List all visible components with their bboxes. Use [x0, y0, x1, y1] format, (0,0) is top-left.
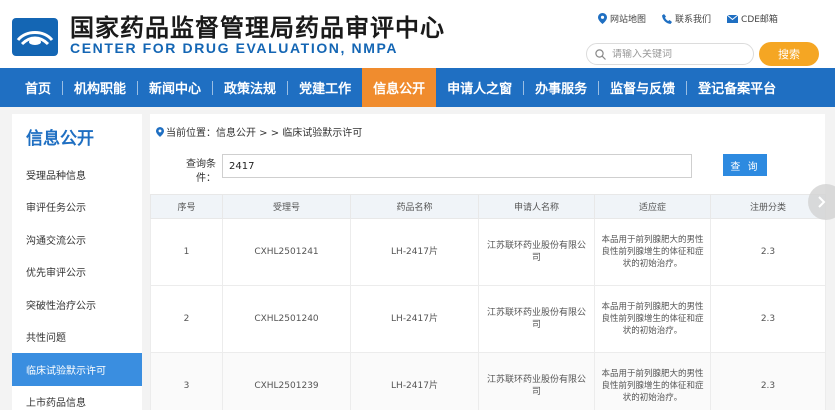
contact-label: 联系我们 [675, 15, 712, 25]
cell-drug-name: LH-2417片 [350, 218, 479, 286]
search-icon [595, 48, 606, 60]
mail-icon [727, 14, 739, 23]
table-row[interactable]: 1 CXHL2501241 LH-2417片 江苏联环药业股份有限公司 本品用于… [150, 218, 826, 286]
col-header-drug-name: 药品名称 [350, 194, 479, 219]
nav-party[interactable]: 党建工作 [288, 68, 362, 107]
sidebar-title: 信息公开 [26, 128, 94, 149]
results-table: 序号 受理号 药品名称 申请人名称 适应症 注册分类 1 CXHL2501241… [150, 194, 826, 410]
cell-applicant: 江苏联环药业股份有限公司 [478, 285, 595, 353]
nav-services[interactable]: 办事服务 [524, 68, 598, 107]
cell-registration-class: 2.3 [710, 218, 826, 286]
sidebar-item-accepted-varieties[interactable]: 受理品种信息 [12, 158, 142, 191]
site-map-label: 网站地图 [610, 15, 647, 25]
cell-drug-name: LH-2417片 [350, 352, 479, 410]
site-search-button[interactable]: 搜索 [759, 42, 819, 66]
site-search-input[interactable] [612, 48, 742, 60]
nav-home[interactable]: 首页 [14, 68, 62, 107]
cell-indication: 本品用于前列腺肥大的男性良性前列腺增生的体征和症状的初始治疗。 [594, 218, 711, 286]
table-row[interactable]: 2 CXHL2501240 LH-2417片 江苏联环药业股份有限公司 本品用于… [150, 285, 826, 353]
sidebar-item-clinical-trial-implied-license[interactable]: 临床试验默示许可 [12, 353, 142, 386]
col-header-acceptance-no: 受理号 [222, 194, 351, 219]
sidebar-item-review-tasks[interactable]: 审评任务公示 [12, 191, 142, 224]
location-pin-icon [598, 13, 607, 24]
sidebar: 信息公开 受理品种信息 审评任务公示 沟通交流公示 优先审评公示 突破性治疗公示… [12, 114, 142, 410]
sidebar-item-marketed-drugs[interactable]: 上市药品信息 [12, 386, 142, 410]
main-content: 当前位置：信息公开 > > 临床试验默示许可 查询条件： 查 询 序号 受理号 … [150, 114, 826, 410]
cde-mail-label: CDE邮箱 [741, 15, 778, 25]
nav-info-public[interactable]: 信息公开 [362, 68, 437, 107]
nav-registration[interactable]: 登记备案平台 [687, 68, 787, 107]
cell-acceptance-no: CXHL2501240 [222, 285, 351, 353]
cell-registration-class: 2.3 [710, 285, 826, 353]
col-header-index: 序号 [150, 194, 223, 219]
main-nav: 首页 机构职能 新闻中心 政策法规 党建工作 信息公开 申请人之窗 办事服务 监… [0, 68, 835, 107]
cell-acceptance-no: CXHL2501241 [222, 218, 351, 286]
phone-icon [662, 13, 673, 24]
query-label: 查询条件： [186, 159, 216, 184]
cell-indication: 本品用于前列腺肥大的男性良性前列腺增生的体征和症状的初始治疗。 [594, 285, 711, 353]
col-header-indication: 适应症 [594, 194, 711, 219]
cell-index: 1 [150, 218, 223, 286]
location-pin-icon [156, 126, 164, 137]
contact-link[interactable]: 联系我们 [662, 12, 711, 25]
breadcrumb: 当前位置：信息公开 > > 临床试验默示许可 [156, 124, 362, 139]
org-name-cn[interactable]: 国家药品监督管理局药品审评中心 [70, 8, 445, 43]
sidebar-item-breakthrough[interactable]: 突破性治疗公示 [12, 288, 142, 321]
nav-news[interactable]: 新闻中心 [138, 68, 212, 107]
query-button[interactable]: 查 询 [723, 154, 767, 176]
site-search-box[interactable] [586, 43, 754, 65]
cell-index: 2 [150, 285, 223, 353]
nav-supervision[interactable]: 监督与反馈 [599, 68, 686, 107]
cde-mail-link[interactable]: CDE邮箱 [727, 12, 778, 25]
cell-registration-class: 2.3 [710, 352, 826, 410]
cell-acceptance-no: CXHL2501239 [222, 352, 351, 410]
cell-applicant: 江苏联环药业股份有限公司 [478, 218, 595, 286]
top-links: 网站地图 联系我们 CDE邮箱 [598, 12, 778, 25]
col-header-applicant: 申请人名称 [478, 194, 595, 219]
table-row[interactable]: 3 CXHL2501239 LH-2417片 江苏联环药业股份有限公司 本品用于… [150, 352, 826, 410]
site-map-link[interactable]: 网站地图 [598, 12, 646, 25]
sidebar-item-priority-review[interactable]: 优先审评公示 [12, 256, 142, 289]
breadcrumb-text: 当前位置：信息公开 > > 临床试验默示许可 [166, 128, 363, 139]
cell-index: 3 [150, 352, 223, 410]
table-header-row: 序号 受理号 药品名称 申请人名称 适应症 注册分类 [150, 194, 826, 219]
sidebar-item-common-issues[interactable]: 共性问题 [12, 321, 142, 354]
cell-indication: 本品用于前列腺肥大的男性良性前列腺增生的体征和症状的初始治疗。 [594, 352, 711, 410]
query-input[interactable] [222, 154, 692, 178]
cde-logo-icon [12, 18, 58, 56]
cell-drug-name: LH-2417片 [350, 285, 479, 353]
cell-applicant: 江苏联环药业股份有限公司 [478, 352, 595, 410]
page: 国家药品监督管理局药品审评中心 CENTER FOR DRUG EVALUATI… [0, 0, 835, 410]
site-header: 国家药品监督管理局药品审评中心 CENTER FOR DRUG EVALUATI… [0, 0, 835, 68]
nav-policies[interactable]: 政策法规 [213, 68, 287, 107]
sidebar-item-communication[interactable]: 沟通交流公示 [12, 223, 142, 256]
org-name-en[interactable]: CENTER FOR DRUG EVALUATION, NMPA [70, 40, 398, 56]
nav-functions[interactable]: 机构职能 [63, 68, 137, 107]
chevron-right-icon [818, 196, 826, 208]
nav-applicant[interactable]: 申请人之窗 [436, 68, 523, 107]
